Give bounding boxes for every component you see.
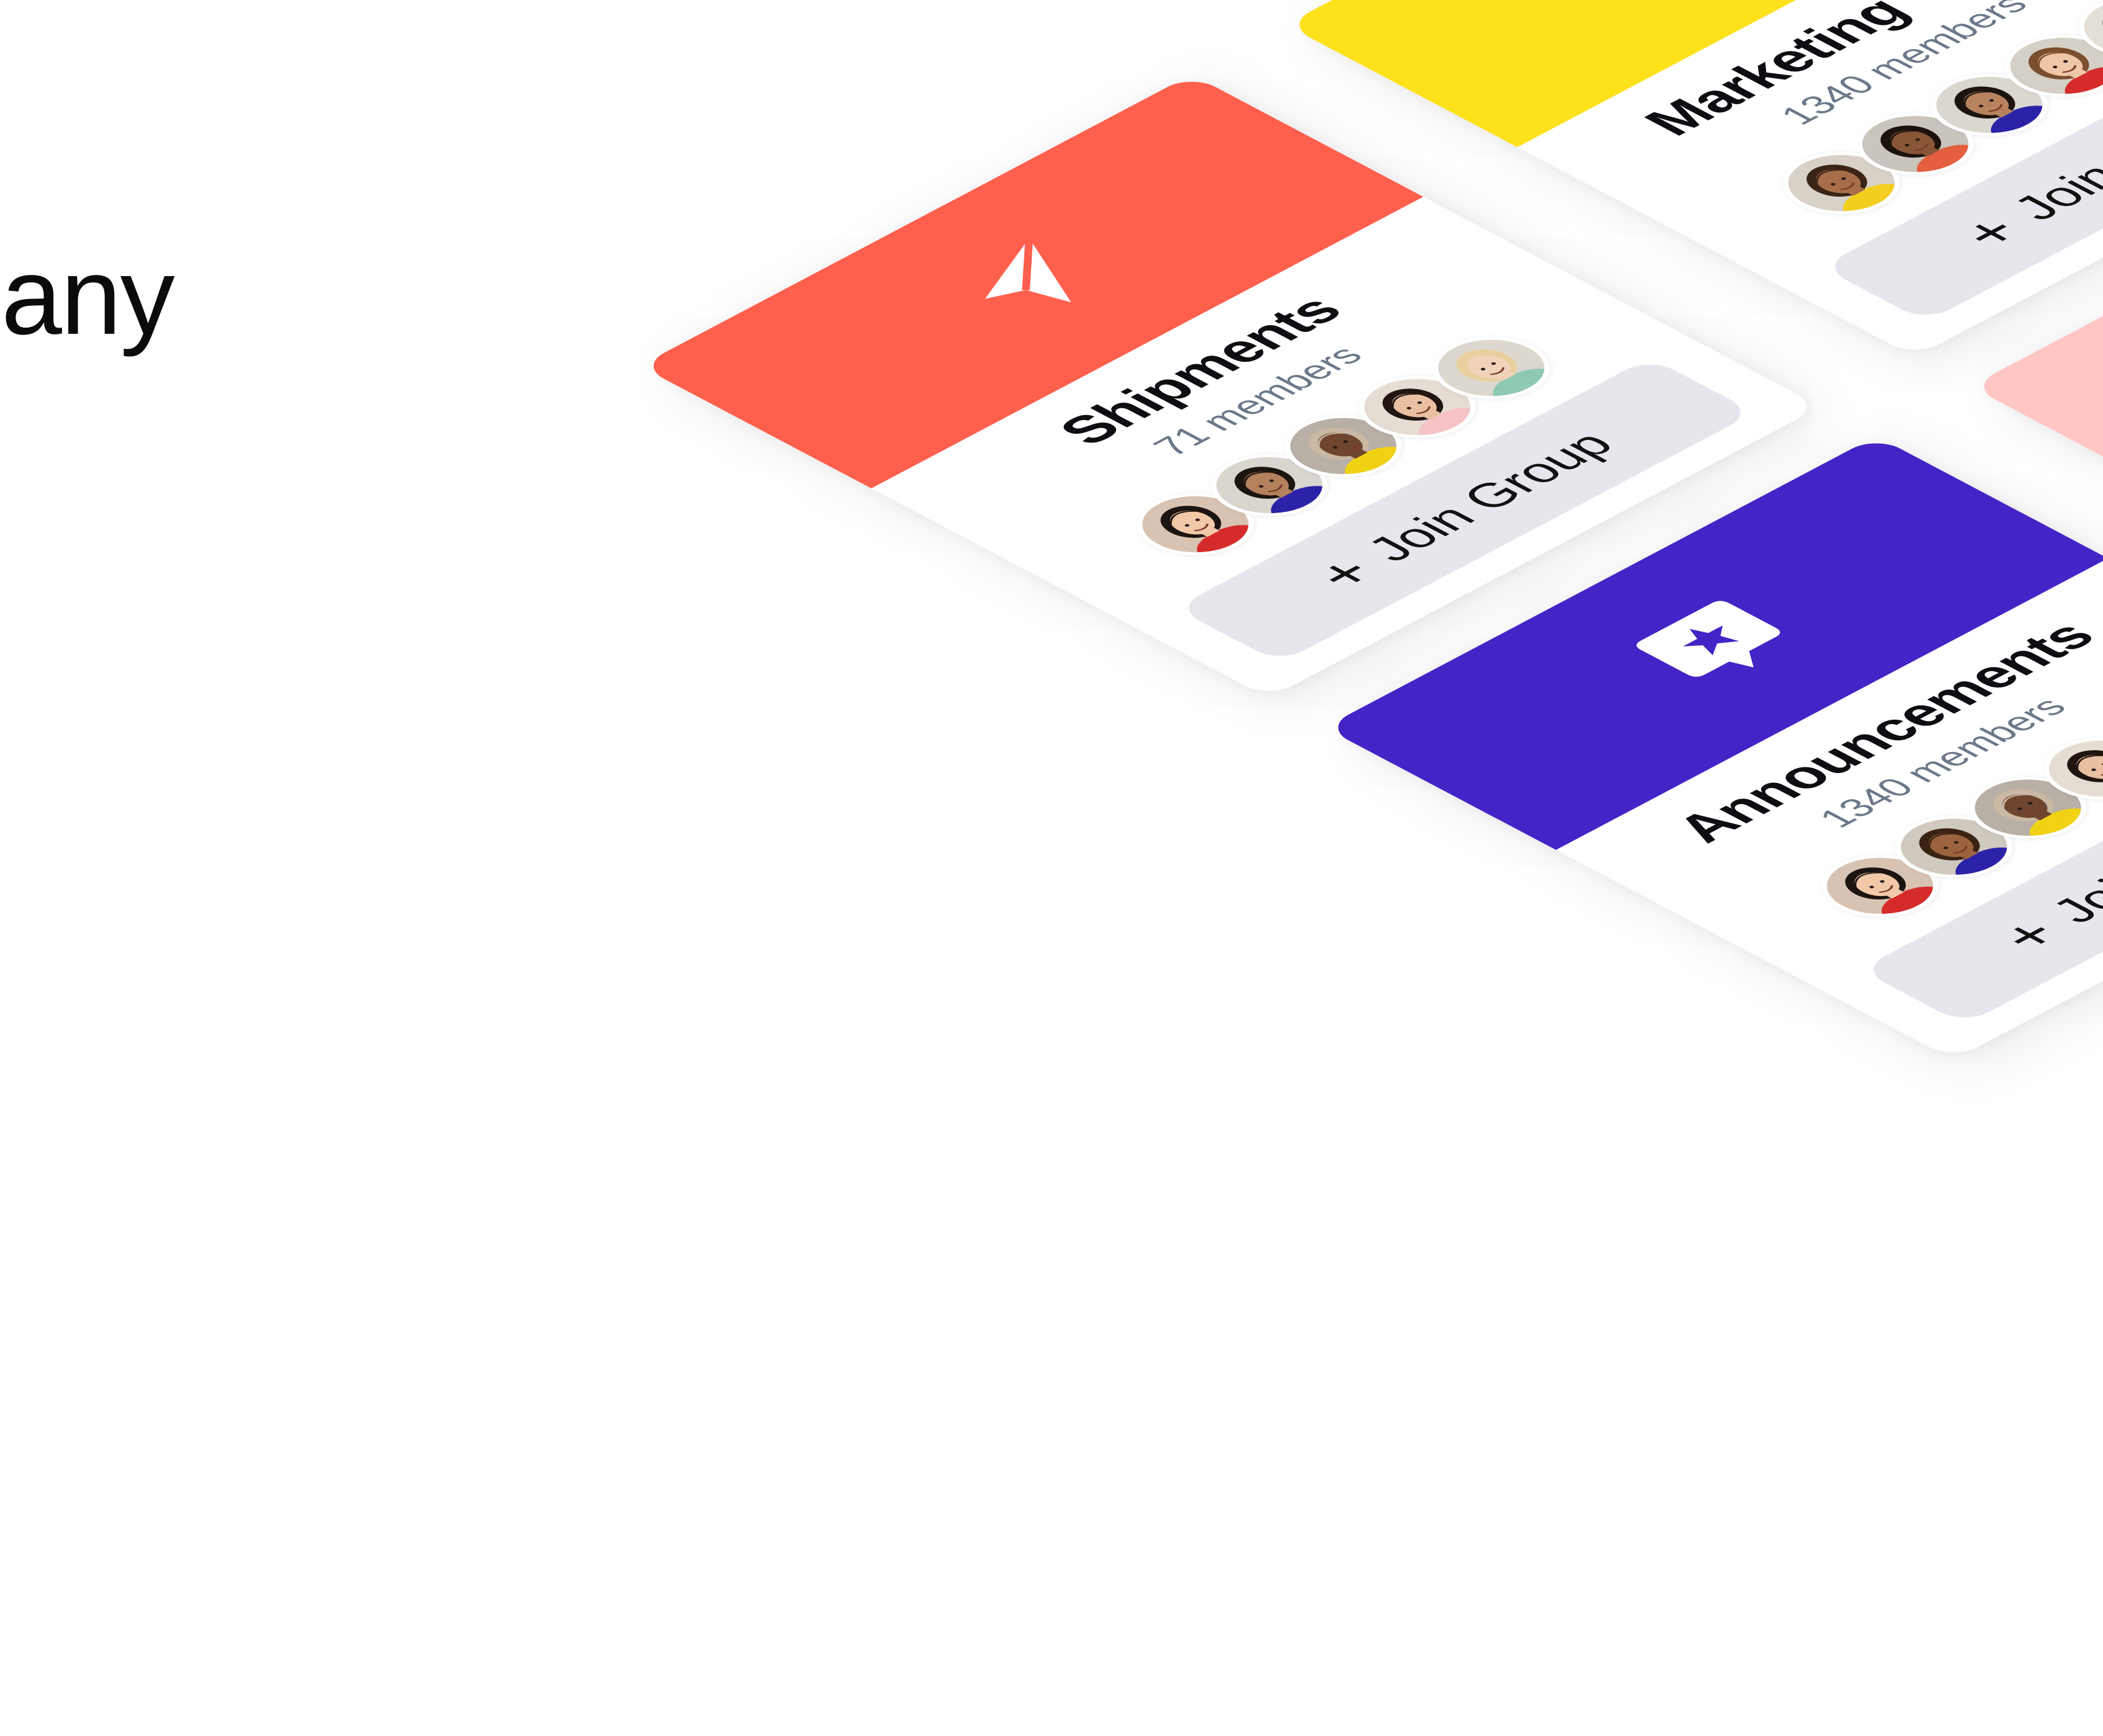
group-cards-grid: Shipments 71 members + Join Group Market…	[0, 0, 2103, 1736]
groups-showcase: any Shipments 71 members + Join Group Ma…	[0, 0, 2103, 1736]
star-chat-bubble-icon	[1594, 579, 1837, 707]
plus-icon: +	[1982, 910, 2077, 960]
plus-icon: +	[1944, 207, 2038, 257]
paper-plane-icon	[910, 217, 1153, 346]
plus-icon: +	[1297, 548, 1392, 599]
pie-chart-icon	[1556, 0, 1799, 4]
